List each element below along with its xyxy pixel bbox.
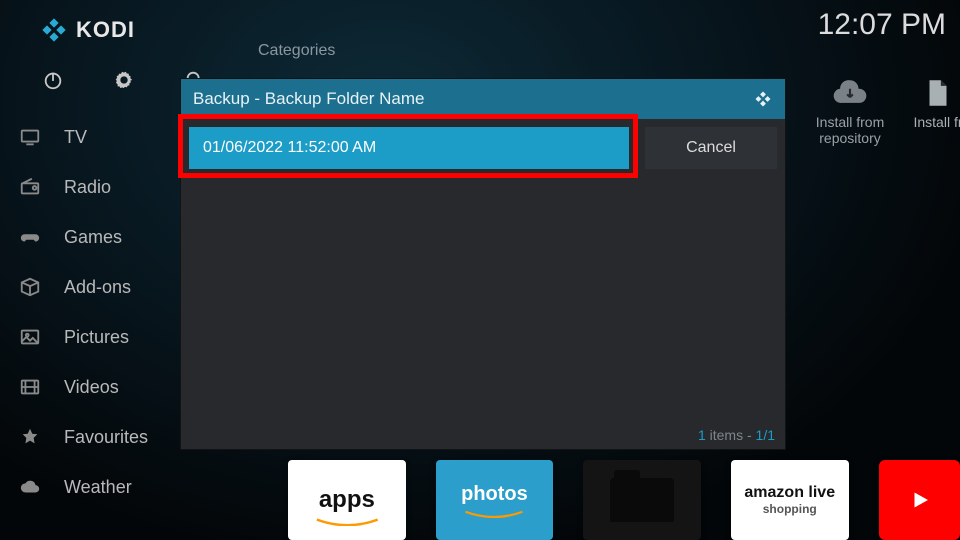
photos-tile[interactable]: photos: [436, 460, 554, 540]
backup-folder-item[interactable]: 01/06/2022 11:52:00 AM: [189, 127, 629, 169]
gear-icon[interactable]: [110, 66, 138, 94]
folder-icon: [610, 478, 674, 522]
dialog-titlebar: Backup - Backup Folder Name: [181, 79, 785, 119]
dialog-right-panel: Cancel: [645, 127, 777, 169]
apps-label: apps: [319, 486, 375, 514]
backup-dialog: Backup - Backup Folder Name 01/06/2022 1…: [180, 78, 786, 450]
kodi-icon: [753, 89, 773, 109]
sidebar-item-label: Weather: [64, 477, 132, 498]
sidebar-item-label: Favourites: [64, 427, 148, 448]
amazon-smile-icon: [312, 518, 383, 526]
cloud-icon: [18, 475, 42, 499]
power-icon[interactable]: [39, 66, 67, 94]
apps-tile[interactable]: apps: [288, 460, 406, 540]
sidebar-item-label: Radio: [64, 177, 111, 198]
sidebar-item-label: Add-ons: [64, 277, 131, 298]
tv-icon: [18, 125, 42, 149]
dialog-list: 01/06/2022 11:52:00 AM: [189, 127, 629, 169]
amazon-live-sub: shopping: [763, 502, 817, 516]
header: KODI 12:07 PM: [0, 0, 960, 60]
sidebar-item-weather[interactable]: Weather: [0, 462, 248, 512]
dialog-footer: 1 items - 1/1: [698, 427, 775, 443]
sidebar-item-label: Pictures: [64, 327, 129, 348]
amazon-smile-icon: [464, 510, 524, 518]
tile-label: Install from repository: [800, 114, 900, 146]
sidebar-item-label: TV: [64, 127, 87, 148]
folder-tile[interactable]: [583, 460, 701, 540]
star-icon: [18, 425, 42, 449]
sidebar-item-label: Videos: [64, 377, 119, 398]
kodi-logo-icon: [40, 16, 68, 44]
footer-page: 1/1: [756, 427, 775, 443]
youtube-tile[interactable]: [879, 460, 960, 540]
photos-label: photos: [461, 483, 528, 506]
amazon-live-label: amazon live: [744, 484, 835, 502]
cancel-button[interactable]: Cancel: [645, 127, 777, 169]
footer-sep: -: [747, 427, 756, 443]
box-icon: [18, 275, 42, 299]
footer-count: 1: [698, 427, 706, 443]
clock: 12:07 PM: [818, 8, 946, 42]
categories-label: Categories: [258, 42, 335, 60]
gamepad-icon: [18, 225, 42, 249]
image-icon: [18, 325, 42, 349]
radio-icon: [18, 175, 42, 199]
app-name: KODI: [76, 17, 135, 43]
install-from-repository-tile[interactable]: Install from repository: [800, 76, 900, 146]
apps-row: apps photos amazon live shopping: [258, 460, 960, 540]
amazon-live-tile[interactable]: amazon live shopping: [731, 460, 849, 540]
kodi-logo: KODI: [40, 16, 135, 44]
dialog-body: 01/06/2022 11:52:00 AM Cancel 1 items - …: [181, 119, 785, 449]
play-icon: [901, 482, 937, 518]
dialog-title-text: Backup - Backup Folder Name: [193, 89, 425, 109]
tile-label: Install fr: [888, 114, 960, 130]
film-icon: [18, 375, 42, 399]
install-from-zip-tile[interactable]: Install fr: [888, 76, 960, 130]
footer-items: items: [710, 427, 743, 443]
sidebar-item-label: Games: [64, 227, 122, 248]
